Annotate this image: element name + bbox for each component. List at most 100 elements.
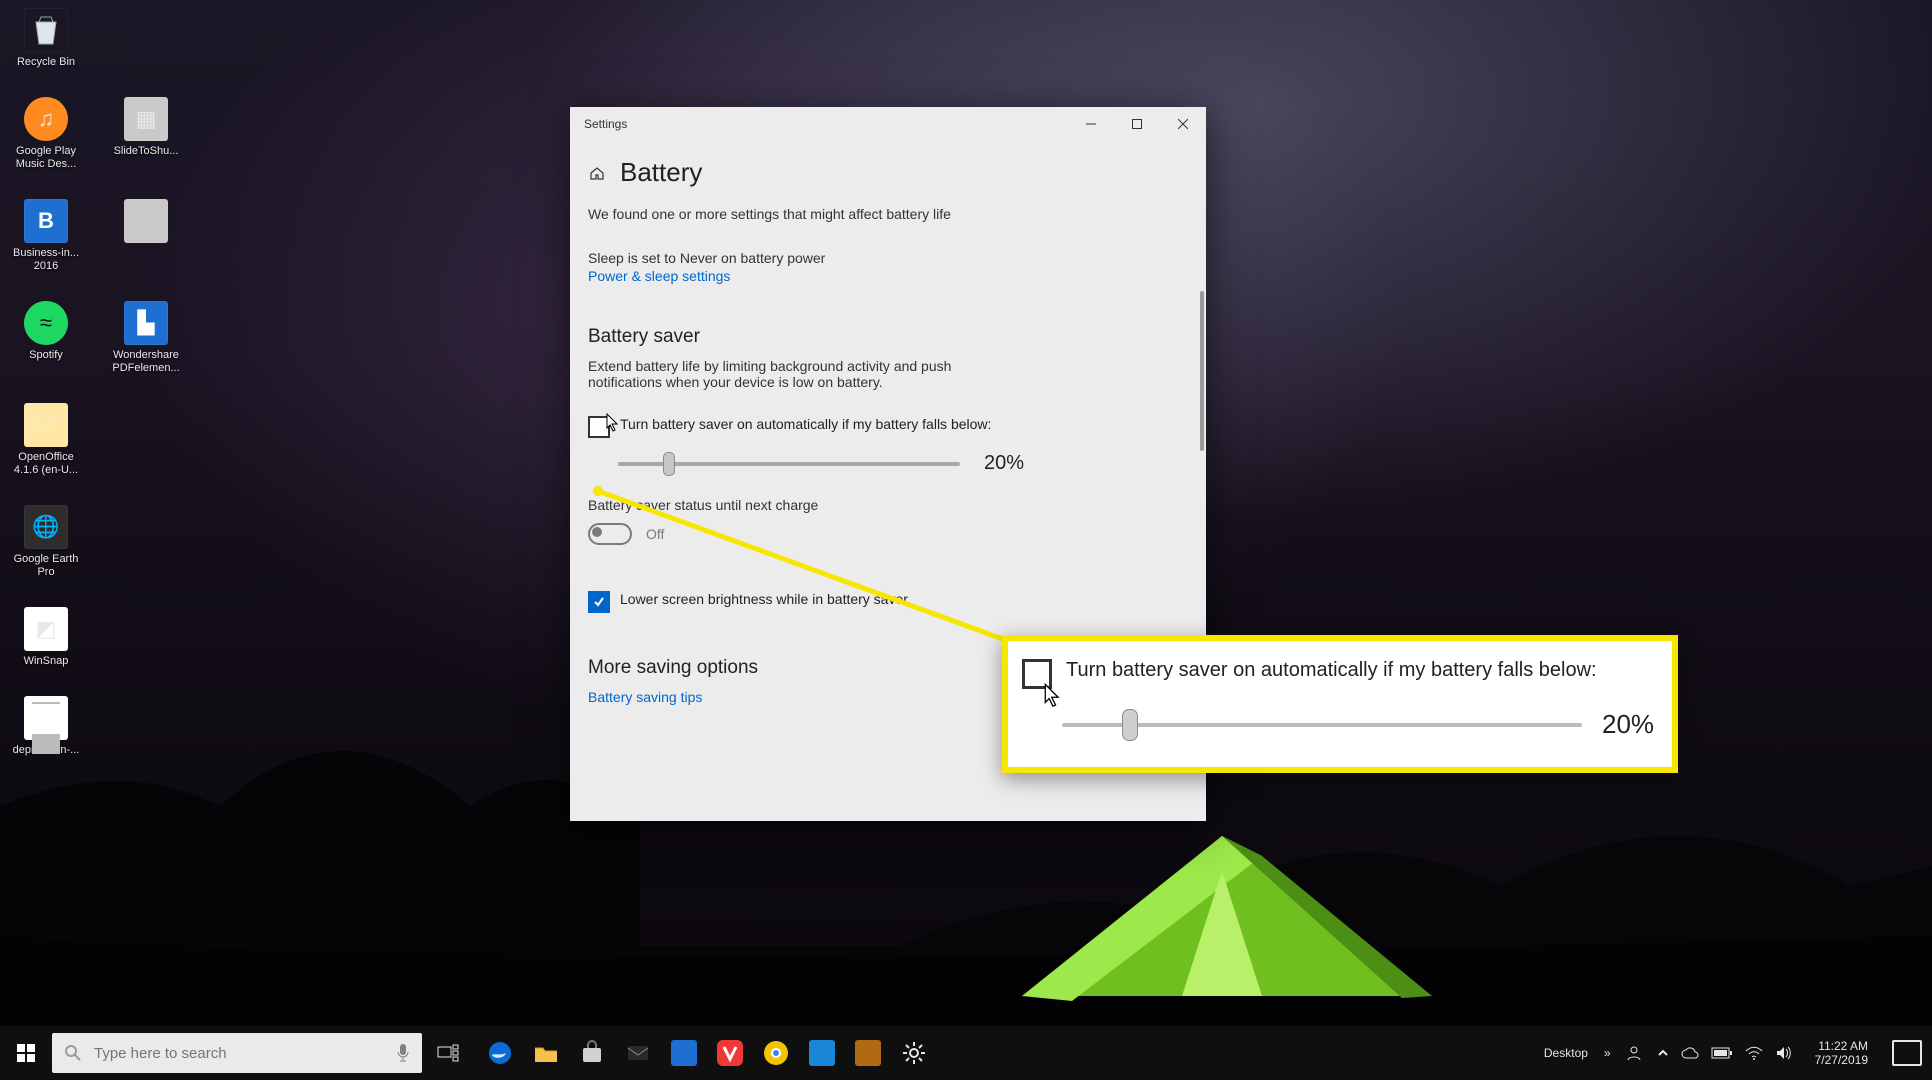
maximize-button[interactable] — [1114, 107, 1160, 141]
callout-panel: Turn battery saver on automatically if m… — [1002, 635, 1678, 773]
task-view-button[interactable] — [428, 1026, 468, 1080]
bs-status-value: Off — [646, 526, 664, 542]
search-icon — [64, 1044, 82, 1062]
scrollbar-thumb[interactable] — [1200, 291, 1204, 451]
callout-checkbox-row: Turn battery saver on automatically if m… — [1022, 659, 1658, 689]
desktop-icon-pdfelement[interactable]: ▙ Wondershare PDFelemen... — [108, 301, 184, 375]
mail-icon — [625, 1040, 651, 1066]
tray-overflow-button[interactable] — [1657, 1047, 1669, 1059]
tray-battery-icon[interactable] — [1711, 1047, 1733, 1059]
volume-icon — [1775, 1045, 1793, 1061]
action-center-button[interactable] — [1892, 1040, 1922, 1066]
desktop-icon-label: Spotify — [8, 349, 84, 362]
bs-status-toggle[interactable] — [588, 523, 632, 545]
desktop-icon-label: WinSnap — [8, 655, 84, 668]
desktop-icon-business-2016[interactable]: B Business-in... 2016 — [8, 199, 84, 273]
taskbar: Desktop » 11:22 AM 7/27/2019 — [0, 1026, 1932, 1080]
tray-icons — [1657, 1045, 1793, 1061]
clock-date: 7/27/2019 — [1815, 1053, 1868, 1067]
taskbar-app-terminal[interactable] — [800, 1026, 844, 1080]
callout-label: Turn battery saver on automatically if m… — [1066, 659, 1597, 682]
tray-wifi-icon[interactable] — [1745, 1046, 1763, 1060]
auto-batterysaver-checkbox[interactable] — [588, 416, 610, 438]
slider-thumb[interactable] — [663, 452, 675, 476]
desktop-icon-depression-doc[interactable]: depression-... — [8, 696, 84, 757]
maximize-icon — [1132, 119, 1142, 129]
people-icon — [1625, 1044, 1643, 1062]
desktop-icon-label: Google Earth Pro — [8, 553, 84, 579]
close-button[interactable] — [1160, 107, 1206, 141]
folder-icon — [533, 1040, 559, 1066]
desktop-icon-label: SlideToShu... — [108, 145, 184, 158]
desktop-icon-label: Wondershare PDFelemen... — [108, 349, 184, 375]
threshold-slider[interactable] — [618, 462, 960, 466]
app-icon — [855, 1040, 881, 1066]
windows-icon — [17, 1044, 35, 1062]
taskbar-search[interactable] — [52, 1033, 422, 1073]
taskbar-apps — [478, 1026, 936, 1080]
app-icon: ▦ — [124, 97, 168, 141]
callout-slider[interactable] — [1062, 723, 1582, 727]
desktop-icon-slidetoshutdown[interactable]: ▦ SlideToShu... — [108, 97, 184, 171]
desktop-icon-winsnap[interactable]: ◩ WinSnap — [8, 607, 84, 668]
power-sleep-link[interactable]: Power & sleep settings — [588, 268, 730, 284]
callout-value: 20% — [1602, 709, 1654, 740]
taskbar-app-mail[interactable] — [616, 1026, 660, 1080]
tray-volume-icon[interactable] — [1775, 1045, 1793, 1061]
bs-status-toggle-row: Off — [588, 523, 1188, 545]
auto-batterysaver-label: Turn battery saver on automatically if m… — [620, 416, 991, 432]
desktop-icon-spotify[interactable]: ≈ Spotify — [8, 301, 84, 375]
desktop-icon-label: depression-... — [8, 744, 84, 757]
store-icon — [579, 1040, 605, 1066]
home-icon — [589, 165, 605, 181]
page-title: Battery — [620, 157, 702, 188]
taskbar-app-vivaldi[interactable] — [708, 1026, 752, 1080]
desktop-icon-google-earth[interactable]: 🌐 Google Earth Pro — [8, 505, 84, 579]
battery-icon — [1711, 1047, 1733, 1059]
app-icon: ◩ — [24, 607, 68, 651]
taskbar-app-blue[interactable] — [662, 1026, 706, 1080]
threshold-slider-row: 20% — [618, 452, 1188, 475]
desktop-icon-recycle-bin[interactable]: Recycle Bin — [8, 8, 84, 69]
desktop-icon-label: OpenOffice 4.1.6 (en-U... — [8, 451, 84, 477]
search-input[interactable] — [92, 1044, 386, 1063]
auto-batterysaver-row: Turn battery saver on automatically if m… — [588, 416, 1188, 438]
document-icon — [24, 696, 68, 740]
desktop-icons: Recycle Bin ♫ Google Play Music Des... ▦… — [8, 8, 184, 757]
globe-icon: 🌐 — [24, 505, 68, 549]
taskbar-app-settings[interactable] — [892, 1026, 936, 1080]
battery-notice: We found one or more settings that might… — [588, 206, 1018, 222]
desktop-icon-google-play-music[interactable]: ♫ Google Play Music Des... — [8, 97, 84, 171]
battery-saver-section: Battery saver Extend battery life by lim… — [588, 326, 1188, 613]
desktop-icon-openoffice[interactable]: 🗀 OpenOffice 4.1.6 (en-U... — [8, 403, 84, 477]
tray-people-icon[interactable] — [1625, 1044, 1643, 1062]
taskbar-app-store[interactable] — [570, 1026, 614, 1080]
desktop-icon-label: Business-in... 2016 — [8, 247, 84, 273]
titlebar[interactable]: Settings — [570, 107, 1206, 141]
taskbar-app-edge[interactable] — [478, 1026, 522, 1080]
desktop[interactable]: Recycle Bin ♫ Google Play Music Des... ▦… — [0, 0, 1932, 1026]
task-view-icon — [437, 1044, 459, 1062]
threshold-value: 20% — [984, 452, 1024, 475]
desktop-icon-unknown[interactable] — [108, 199, 184, 273]
callout-checkbox[interactable] — [1022, 659, 1052, 689]
slider-thumb[interactable] — [1122, 709, 1138, 741]
section-description: Extend battery life by limiting backgrou… — [588, 358, 1018, 390]
home-button[interactable] — [588, 164, 606, 182]
minimize-button[interactable] — [1068, 107, 1114, 141]
clock-time: 11:22 AM — [1815, 1039, 1868, 1053]
tray-onedrive-icon[interactable] — [1681, 1046, 1699, 1060]
taskbar-app-chrome[interactable] — [754, 1026, 798, 1080]
taskbar-clock[interactable]: 11:22 AM 7/27/2019 — [1815, 1039, 1868, 1067]
taskbar-app-orange[interactable] — [846, 1026, 890, 1080]
start-button[interactable] — [0, 1026, 52, 1080]
lower-brightness-checkbox[interactable] — [588, 591, 610, 613]
chevron-up-icon — [1657, 1047, 1669, 1059]
check-icon — [593, 596, 605, 608]
sleep-note: Sleep is set to Never on battery power — [588, 250, 1018, 266]
taskbar-app-file-explorer[interactable] — [524, 1026, 568, 1080]
battery-tips-link[interactable]: Battery saving tips — [588, 689, 702, 705]
desktop-toolbar-label[interactable]: Desktop — [1544, 1046, 1588, 1060]
microphone-icon[interactable] — [396, 1043, 410, 1063]
desktop-toolbar-chevron[interactable]: » — [1604, 1046, 1611, 1060]
